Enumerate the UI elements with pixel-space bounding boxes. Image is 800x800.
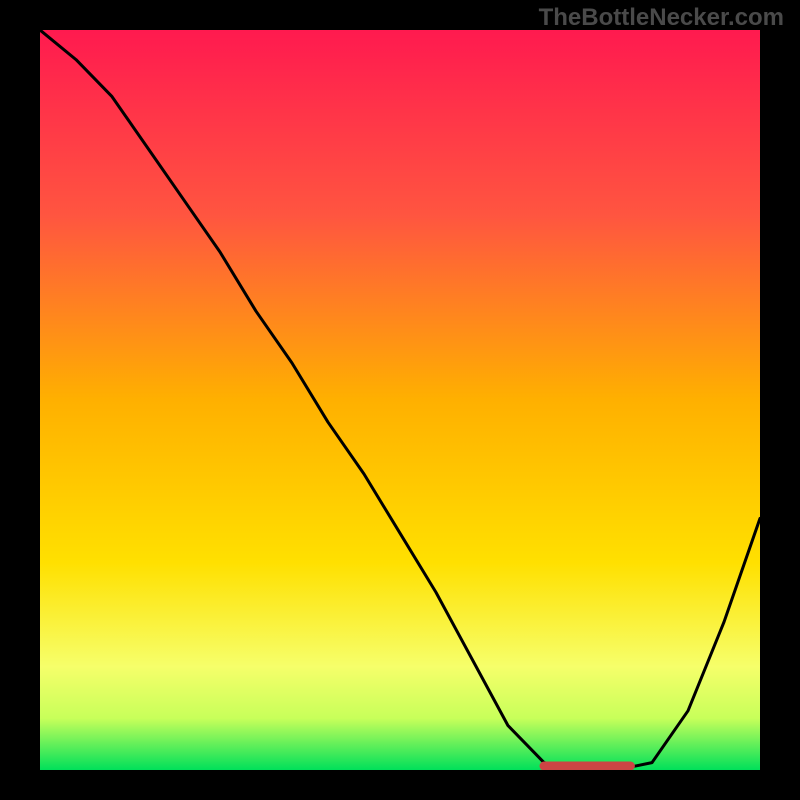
plot-area — [40, 30, 760, 770]
watermark-text: TheBottleNecker.com — [539, 4, 784, 32]
chart-background — [40, 30, 760, 770]
chart-container: TheBottleNecker.com — [0, 0, 800, 800]
chart-svg — [40, 30, 760, 770]
